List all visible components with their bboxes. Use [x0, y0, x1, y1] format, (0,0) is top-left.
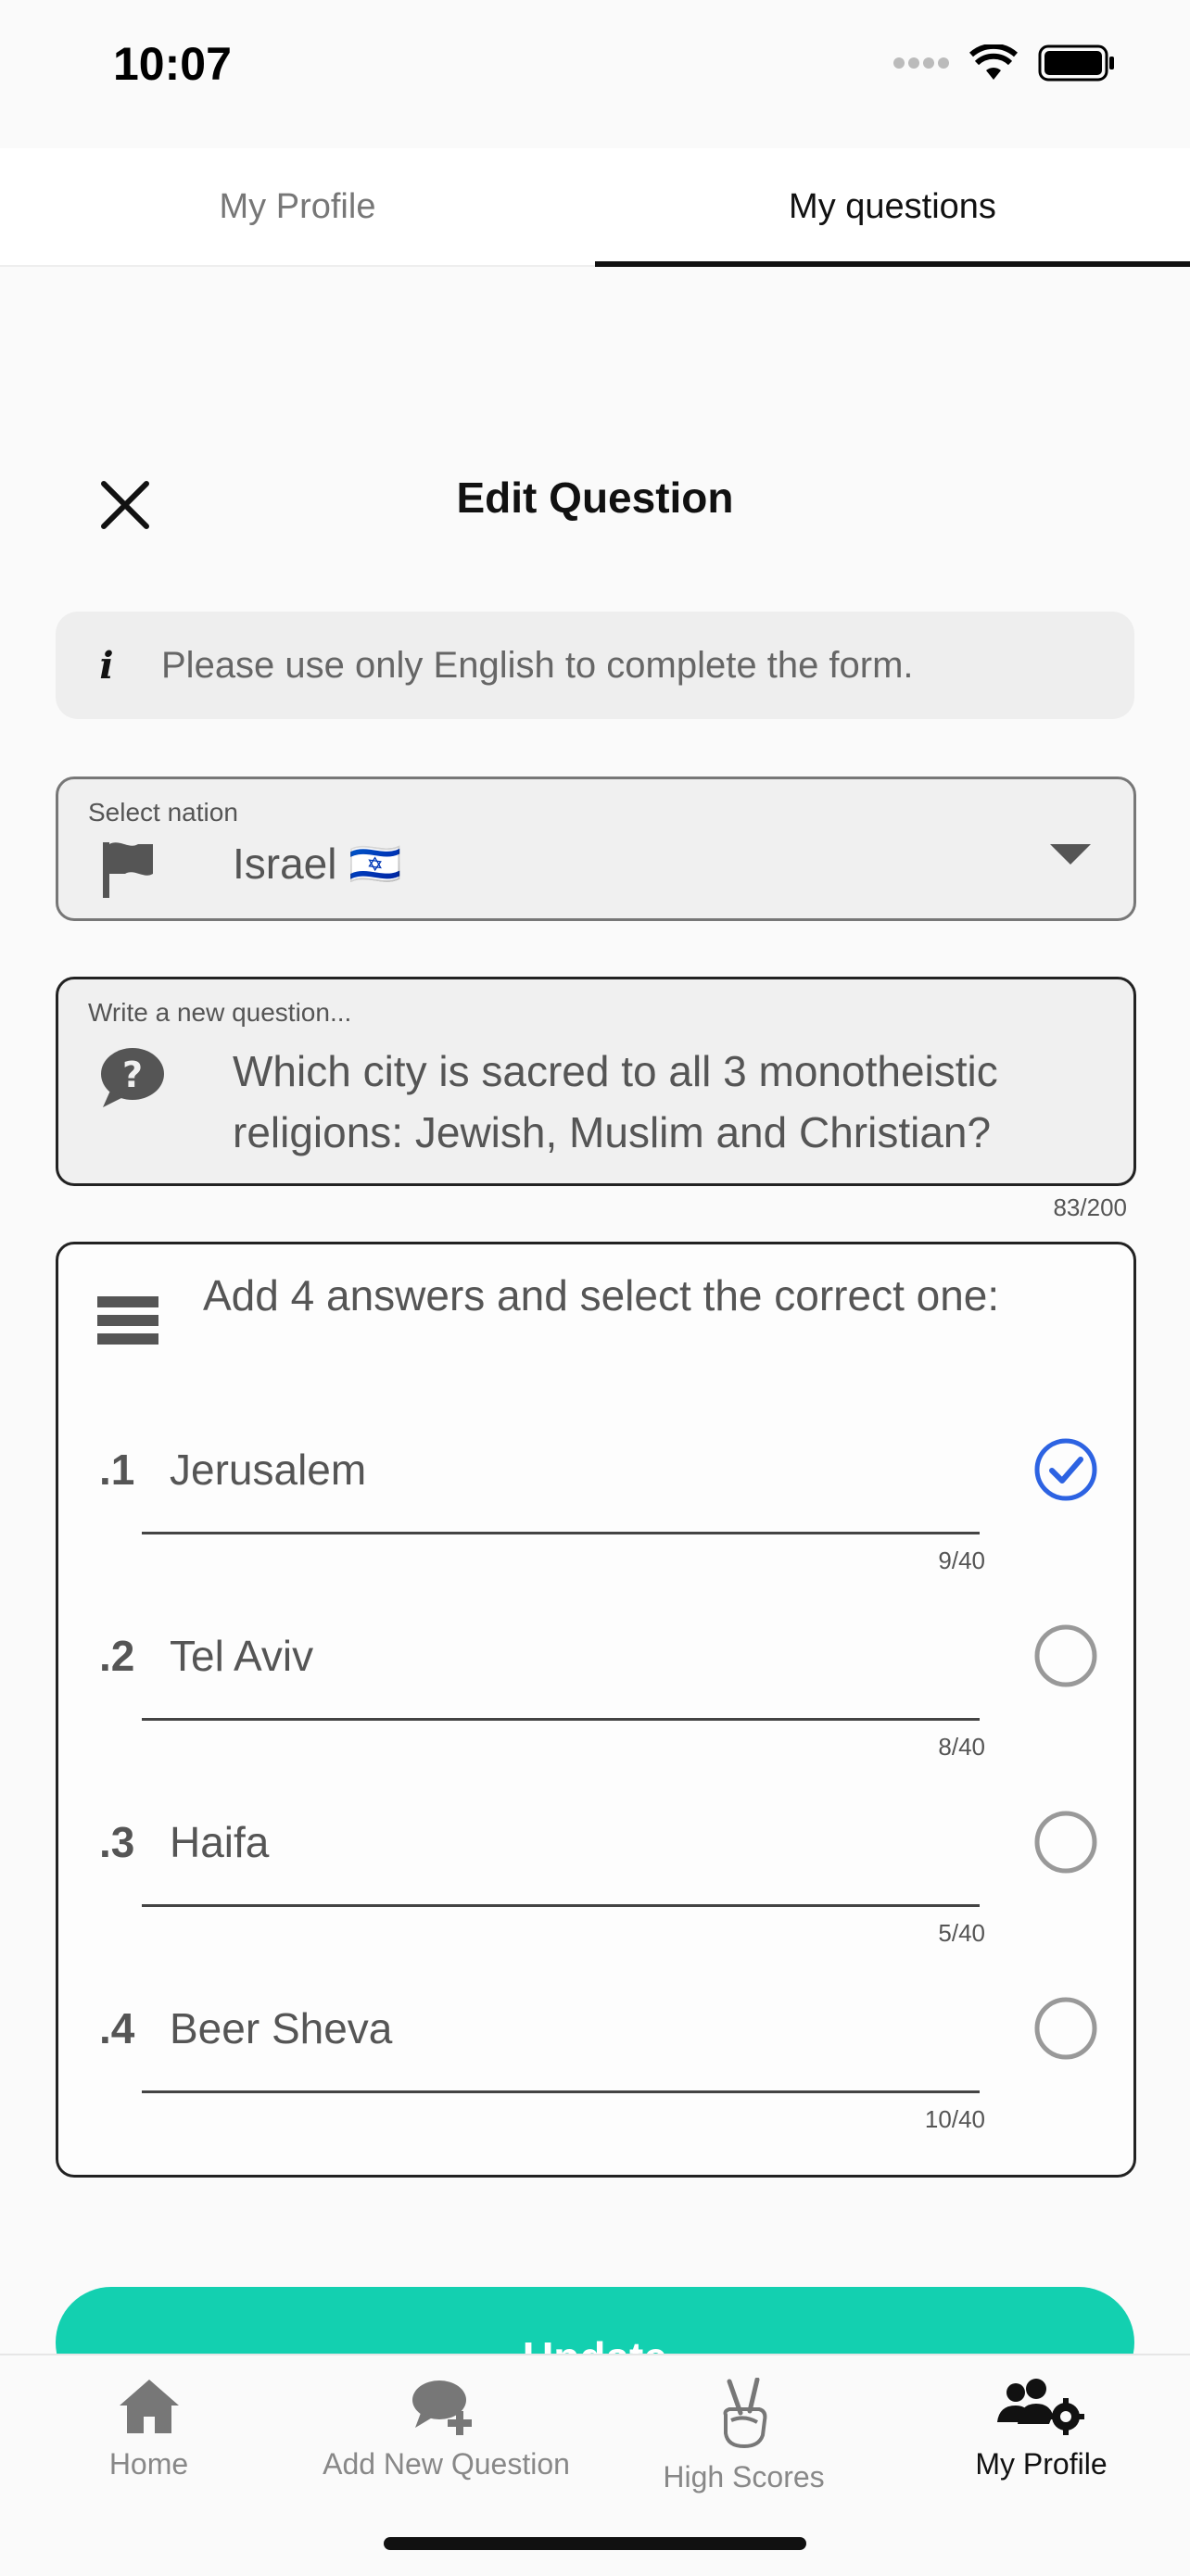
- status-time: 10:07: [113, 38, 232, 90]
- question-value: Which city is sacred to all 3 monotheist…: [233, 1047, 998, 1156]
- add-question-icon: [411, 2380, 472, 2435]
- nav-my-profile-label: My Profile: [975, 2447, 1108, 2481]
- signal-icon: [893, 57, 949, 69]
- radio-empty-icon[interactable]: [1033, 1996, 1098, 2061]
- info-icon: i: [99, 643, 114, 688]
- flag-icon: [103, 842, 153, 898]
- answer-counter: 10/40: [924, 2105, 985, 2133]
- answer-underline: [142, 1718, 980, 1721]
- radio-empty-icon[interactable]: [1033, 1810, 1098, 1875]
- answer-input-2[interactable]: Tel Aviv: [170, 1631, 313, 1681]
- status-icons: [893, 44, 1116, 82]
- profile-gear-icon: [996, 2379, 1084, 2435]
- info-banner: i Please use only English to complete th…: [56, 612, 1134, 719]
- answer-input-1[interactable]: Jerusalem: [170, 1445, 366, 1495]
- close-icon[interactable]: [93, 473, 158, 537]
- peace-hand-icon: [723, 2377, 766, 2449]
- nation-label: Select nation: [88, 798, 238, 827]
- answer-input-4[interactable]: Beer Sheva: [170, 2003, 392, 2053]
- answer-underline: [142, 1904, 980, 1907]
- chevron-down-icon: [1050, 844, 1091, 865]
- answer-number: .1: [99, 1446, 135, 1494]
- answer-row-4: .4 Beer Sheva 10/40: [58, 1976, 1133, 2161]
- radio-empty-icon[interactable]: [1033, 1623, 1098, 1688]
- answer-underline: [142, 1532, 980, 1534]
- top-tabs: My Profile My questions: [0, 148, 1190, 267]
- answer-number: .3: [99, 1818, 135, 1866]
- page-title: Edit Question: [456, 474, 734, 522]
- answer-underline: [142, 2090, 980, 2093]
- info-text: Please use only English to complete the …: [161, 644, 914, 686]
- question-bubble-icon: ?: [101, 1048, 164, 1107]
- check-circle-icon[interactable]: [1033, 1437, 1098, 1502]
- question-counter: 83/200: [1053, 1193, 1127, 1221]
- svg-text:?: ?: [122, 1054, 143, 1095]
- question-field[interactable]: Write a new question... ? Which city is …: [56, 977, 1136, 1186]
- nation-value: Israel 🇮🇱: [233, 840, 402, 888]
- wifi-icon: [969, 44, 1018, 80]
- nav-add-question[interactable]: Add New Question: [298, 2378, 595, 2481]
- answer-row-3: .3 Haifa 5/40: [58, 1789, 1133, 1975]
- home-indicator: [384, 2537, 806, 2550]
- nav-high-scores-label: High Scores: [663, 2460, 825, 2494]
- question-label: Write a new question...: [88, 998, 352, 1027]
- answer-row-2: .2 Tel Aviv 8/40: [58, 1603, 1133, 1788]
- nav-my-profile[interactable]: My Profile: [892, 2378, 1190, 2481]
- answers-box: Add 4 answers and select the correct one…: [56, 1242, 1136, 2178]
- nation-select[interactable]: Select nation Israel 🇮🇱: [56, 777, 1136, 921]
- answer-counter: 9/40: [938, 1547, 985, 1574]
- answer-number: .2: [99, 1632, 135, 1680]
- answer-row-1: .1 Jerusalem 9/40: [58, 1417, 1133, 1602]
- tab-my-profile[interactable]: My Profile: [0, 148, 595, 265]
- tab-my-questions[interactable]: My questions: [595, 148, 1190, 267]
- answers-heading: Add 4 answers and select the correct one…: [203, 1271, 1000, 1320]
- battery-icon: [1038, 44, 1114, 82]
- answer-input-3[interactable]: Haifa: [170, 1817, 269, 1867]
- nav-home-label: Home: [108, 2447, 189, 2481]
- nav-home[interactable]: Home: [0, 2378, 298, 2481]
- answer-counter: 5/40: [938, 1919, 985, 1947]
- answer-number: .4: [99, 2004, 135, 2052]
- list-icon: [97, 1296, 158, 1345]
- nav-high-scores[interactable]: High Scores: [595, 2377, 892, 2494]
- answer-counter: 8/40: [938, 1733, 985, 1761]
- home-icon: [119, 2380, 179, 2433]
- nav-add-question-label: Add New Question: [323, 2447, 570, 2481]
